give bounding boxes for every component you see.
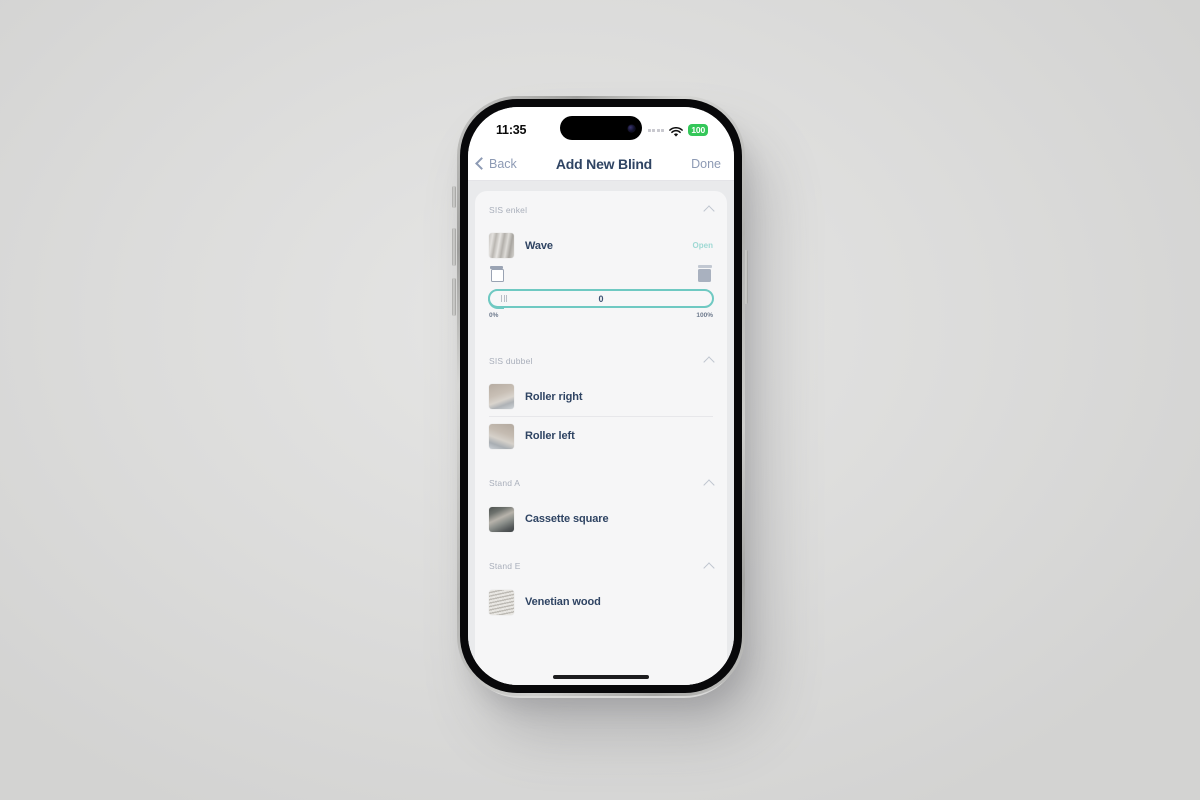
slider-scale-labels: 0% 100%: [488, 308, 714, 319]
section-title: Stand E: [489, 561, 521, 571]
status-bar-indicators: 100: [647, 124, 708, 137]
content-scroll-area[interactable]: SIS enkel Wave Open 0 0% 100% SIS dubbel…: [468, 181, 734, 685]
slider-icon-row: [488, 265, 714, 289]
status-bar: 11:35 100: [468, 107, 734, 147]
phone-bezel: 11:35 100 Back Add New Blind Done SIS en…: [460, 99, 742, 693]
chevron-up-icon[interactable]: [703, 478, 715, 491]
chevron-up-icon[interactable]: [703, 561, 715, 574]
slider-handle[interactable]: [490, 291, 518, 306]
blind-name: Venetian wood: [525, 596, 601, 608]
blind-list-item-roller-right[interactable]: Roller right: [475, 377, 727, 416]
silent-switch[interactable]: [452, 186, 456, 208]
blinds-card: SIS enkel Wave Open 0 0% 100% SIS dubbel…: [475, 191, 727, 685]
slider-value: 0: [598, 293, 604, 304]
blind-name: Wave: [525, 239, 553, 252]
section-header-sis-dubbel[interactable]: SIS dubbel: [475, 342, 727, 377]
cassette-square-thumbnail: [489, 506, 514, 532]
status-bar-clock: 11:35: [496, 123, 527, 137]
blind-list-item-roller-left[interactable]: Roller left: [475, 417, 727, 456]
blind-list-item-cassette-square[interactable]: Cassette square: [475, 500, 727, 539]
position-slider[interactable]: 0: [487, 288, 714, 309]
blind-name: Roller right: [525, 390, 583, 403]
done-button[interactable]: Done: [691, 157, 721, 171]
wave-thumbnail: [489, 233, 514, 258]
battery-indicator: 100: [688, 124, 708, 136]
section-title: SIS dubbel: [489, 355, 533, 366]
chevron-left-icon: [475, 157, 488, 170]
blind-list-item-wave[interactable]: Wave Open: [475, 226, 727, 265]
section-header-stand-e[interactable]: Stand E: [475, 548, 727, 583]
back-button-label: Back: [489, 156, 517, 171]
back-button[interactable]: Back: [475, 156, 517, 171]
slider-min-label: 0%: [489, 312, 499, 319]
phone-screen: 11:35 100 Back Add New Blind Done SIS en…: [468, 107, 734, 685]
section-header-stand-a[interactable]: Stand A: [475, 465, 727, 500]
section-title: SIS enkel: [489, 204, 528, 215]
volume-down-button[interactable]: [452, 278, 456, 316]
roller-left-thumbnail: [489, 423, 514, 449]
blind-name: Roller left: [525, 430, 575, 442]
navigation-bar: Back Add New Blind Done: [468, 147, 734, 181]
slider-max-label: 100%: [696, 312, 713, 319]
roller-right-thumbnail: [489, 384, 514, 409]
venetian-wood-thumbnail: [489, 589, 514, 615]
blind-list-item-venetian-wood[interactable]: Venetian wood: [475, 583, 727, 622]
chevron-up-icon[interactable]: [703, 356, 715, 368]
cellular-dots-icon: [647, 128, 665, 132]
blind-open-icon[interactable]: [490, 266, 504, 282]
chevron-up-icon[interactable]: [703, 205, 715, 217]
status-badge: Open: [692, 241, 713, 250]
blind-closed-icon[interactable]: [697, 265, 712, 282]
section-header-sis-enkel[interactable]: SIS enkel: [475, 191, 727, 226]
dynamic-island: [560, 116, 642, 140]
section-title: Stand A: [489, 478, 521, 488]
front-camera-icon: [628, 124, 635, 132]
volume-up-button[interactable]: [452, 228, 456, 266]
phone-frame: 11:35 100 Back Add New Blind Done SIS en…: [457, 96, 745, 696]
blind-position-control: 0 0% 100%: [475, 265, 727, 333]
page-title: Add New Blind: [555, 155, 653, 172]
home-indicator[interactable]: [553, 675, 649, 679]
blind-name: Cassette square: [525, 513, 609, 525]
wifi-icon: [669, 125, 684, 137]
